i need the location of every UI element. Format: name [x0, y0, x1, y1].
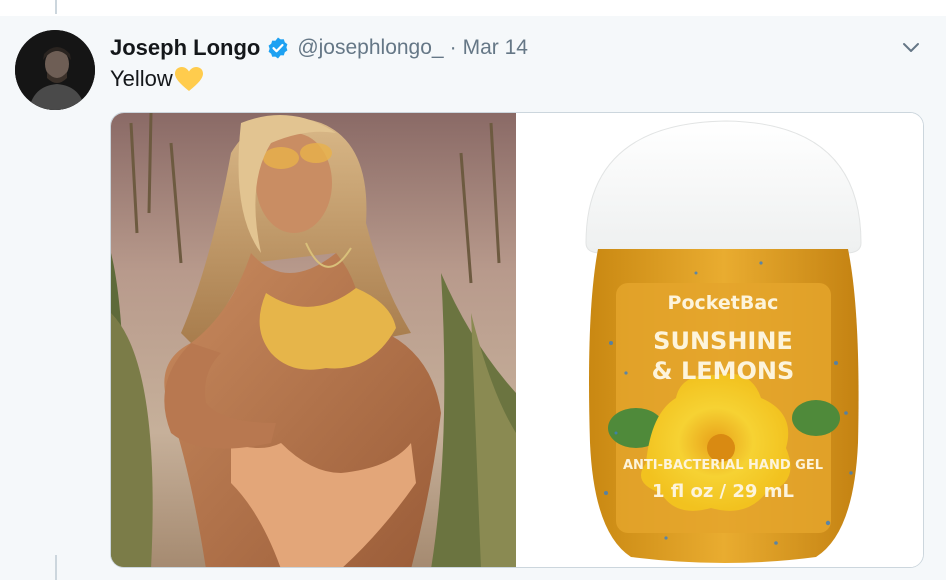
media-photo-right[interactable]: PocketBac SUNSHINE & LEMONS ANTI-BACTERI…	[516, 113, 923, 567]
tweet-date[interactable]: Mar 14	[463, 36, 528, 60]
yellow-heart-emoji	[174, 66, 204, 92]
chevron-down-icon[interactable]	[900, 36, 922, 58]
thread-line-top	[55, 0, 57, 14]
thread-line-bottom	[55, 555, 57, 580]
scent-line-1: SUNSHINE	[653, 327, 793, 355]
product-type: ANTI-BACTERIAL HAND GEL	[623, 458, 823, 473]
product-size: 1 fl oz / 29 mL	[652, 481, 794, 502]
avatar[interactable]	[15, 30, 95, 110]
tweet-header: Joseph Longo @josephlongo_ · Mar 14	[110, 33, 528, 63]
brand-name: PocketBac	[668, 292, 779, 314]
tweet-media[interactable]: PocketBac SUNSHINE & LEMONS ANTI-BACTERI…	[110, 112, 924, 568]
scent-line-2: & LEMONS	[652, 357, 795, 385]
separator-dot: ·	[449, 36, 457, 59]
tweet-text: Yellow	[110, 66, 204, 92]
display-name[interactable]: Joseph Longo	[110, 35, 260, 61]
tweet-text-content: Yellow	[110, 66, 173, 91]
verified-badge-icon	[266, 36, 290, 60]
user-handle[interactable]: @josephlongo_	[297, 36, 443, 60]
media-photo-left[interactable]	[111, 113, 516, 567]
